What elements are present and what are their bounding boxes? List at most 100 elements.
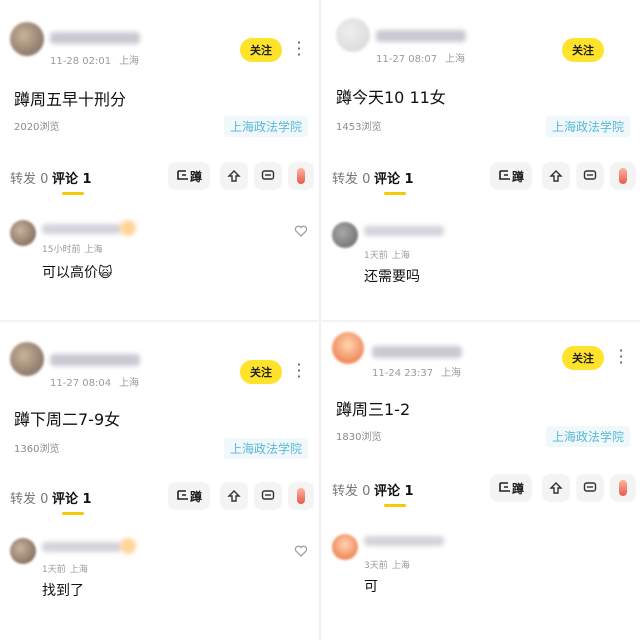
- dun-label: 蹲: [511, 169, 524, 184]
- commenter-avatar[interactable]: [332, 534, 358, 560]
- gift-icon: [297, 488, 305, 504]
- comment-text: 找到了: [42, 583, 84, 599]
- message-button[interactable]: [576, 162, 604, 190]
- comment-meta: 15小时前 上海: [42, 242, 102, 255]
- tab-repost[interactable]: 转发 0: [332, 480, 370, 499]
- gift-button[interactable]: [288, 162, 314, 190]
- action-bar: 转发 0 评论 1 蹲: [0, 480, 320, 515]
- post-meta: 11-27 08:04 上海: [50, 374, 139, 389]
- author-avatar[interactable]: [10, 22, 44, 56]
- gift-button[interactable]: [288, 482, 314, 510]
- share-button[interactable]: [220, 162, 248, 190]
- chat-bubble-icon: [261, 170, 275, 180]
- author-avatar[interactable]: [336, 18, 370, 52]
- gift-button[interactable]: [610, 474, 636, 502]
- author-name-blurred[interactable]: [50, 354, 140, 366]
- gift-icon: [619, 480, 627, 496]
- dun-button[interactable]: 蹲: [490, 162, 532, 190]
- action-bar: 转发 0 评论 1 蹲: [322, 472, 640, 507]
- share-button[interactable]: [542, 162, 570, 190]
- comment-location: 上海: [391, 561, 410, 571]
- post-time: 11-27 08:04: [50, 378, 112, 389]
- dun-button[interactable]: 蹲: [168, 482, 210, 510]
- dun-label: 蹲: [189, 169, 202, 184]
- author-name-blurred[interactable]: [376, 30, 466, 42]
- share-up-icon: [549, 482, 563, 494]
- active-tab-indicator: [384, 192, 406, 195]
- message-button[interactable]: [254, 482, 282, 510]
- more-options-icon[interactable]: · · ·: [618, 343, 624, 371]
- tab-comment[interactable]: 评论 1: [52, 488, 92, 507]
- author-name-blurred[interactable]: [50, 32, 140, 44]
- comment-location: 上海: [391, 251, 410, 261]
- commenter-avatar[interactable]: [332, 222, 358, 248]
- tab-repost[interactable]: 转发 0: [10, 168, 48, 187]
- author-name-blurred[interactable]: [372, 346, 462, 358]
- chat-bubble-icon: [583, 482, 597, 492]
- share-up-icon: [549, 170, 563, 182]
- follow-button[interactable]: 关注: [562, 38, 604, 62]
- view-count: 1360浏览: [14, 444, 60, 455]
- comment-text: 可: [364, 579, 378, 595]
- post-content: 蹲周五早十刑分: [14, 90, 127, 109]
- view-count: 1453浏览: [336, 122, 382, 133]
- follow-button[interactable]: 关注: [240, 38, 282, 62]
- heart-outline-icon[interactable]: [294, 544, 308, 558]
- more-options-icon[interactable]: · · ·: [296, 35, 302, 63]
- school-tag[interactable]: 上海政法学院: [223, 116, 308, 137]
- tab-comment[interactable]: 评论 1: [374, 480, 414, 499]
- comment-text: 还需要吗: [364, 269, 420, 285]
- chat-bubble-icon: [583, 170, 597, 180]
- author-avatar[interactable]: [10, 342, 44, 376]
- message-button[interactable]: [576, 474, 604, 502]
- tab-repost[interactable]: 转发 0: [332, 168, 370, 187]
- commenter-name-blurred[interactable]: [42, 224, 122, 234]
- school-tag[interactable]: 上海政法学院: [545, 116, 630, 137]
- comment-meta: 3天前 上海: [364, 558, 410, 571]
- message-button[interactable]: [254, 162, 282, 190]
- follow-button[interactable]: 关注: [240, 360, 282, 384]
- squat-icon: [499, 170, 510, 180]
- commenter-name-blurred[interactable]: [364, 226, 444, 236]
- post-time: 11-24 23:37: [372, 368, 434, 379]
- view-count: 1830浏览: [336, 432, 382, 443]
- commenter-avatar[interactable]: [10, 220, 36, 246]
- comment-location: 上海: [84, 245, 103, 255]
- heart-outline-icon[interactable]: [294, 224, 308, 238]
- view-count: 2020浏览: [14, 122, 60, 133]
- comment-location: 上海: [69, 565, 88, 575]
- squat-icon: [177, 490, 188, 500]
- school-tag[interactable]: 上海政法学院: [223, 438, 308, 459]
- share-button[interactable]: [220, 482, 248, 510]
- post-location: 上海: [445, 54, 466, 65]
- dun-button[interactable]: 蹲: [490, 474, 532, 502]
- post-content: 蹲周三1-2: [336, 400, 411, 419]
- commenter-badge: [120, 220, 136, 236]
- chat-bubble-icon: [261, 490, 275, 500]
- post-location: 上海: [119, 56, 140, 67]
- school-tag[interactable]: 上海政法学院: [545, 426, 630, 447]
- gift-button[interactable]: [610, 162, 636, 190]
- tab-comment[interactable]: 评论 1: [374, 168, 414, 187]
- tab-repost[interactable]: 转发 0: [10, 488, 48, 507]
- follow-button[interactable]: 关注: [562, 346, 604, 370]
- author-avatar[interactable]: [332, 332, 364, 364]
- share-up-icon: [227, 170, 241, 182]
- tab-comment[interactable]: 评论 1: [52, 168, 92, 187]
- post-card-3: 11-27 08:04 上海 关注 · · · 蹲下周二7-9女 1360浏览 上海政…: [0, 322, 320, 642]
- commenter-name-blurred[interactable]: [42, 542, 122, 552]
- comment-time: 15小时前: [42, 245, 81, 255]
- dun-label: 蹲: [511, 481, 524, 496]
- comment-meta: 1天前 上海: [42, 562, 88, 575]
- more-options-icon[interactable]: · · ·: [296, 357, 302, 385]
- commenter-name-blurred[interactable]: [364, 536, 444, 546]
- post-location: 上海: [441, 368, 462, 379]
- dun-button[interactable]: 蹲: [168, 162, 210, 190]
- commenter-avatar[interactable]: [10, 538, 36, 564]
- post-location: 上海: [119, 378, 140, 389]
- share-button[interactable]: [542, 474, 570, 502]
- post-meta: 11-28 02:01 上海: [50, 52, 139, 67]
- post-time: 11-28 02:01: [50, 56, 112, 67]
- active-tab-indicator: [384, 504, 406, 507]
- post-card-2: 11-27 08:07 上海 关注 蹲今天10 11女 1453浏览 上海政法学院…: [322, 0, 640, 320]
